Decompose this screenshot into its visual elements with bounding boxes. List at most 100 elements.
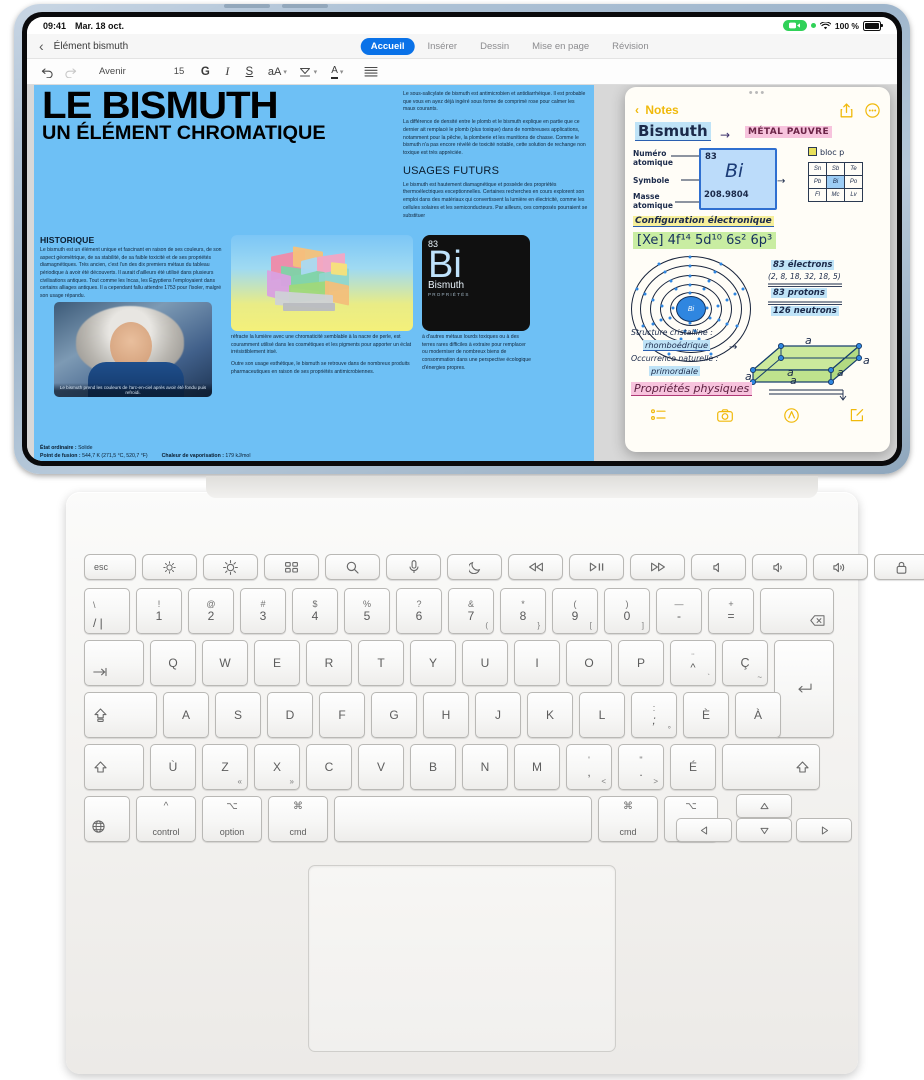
key-circumflex[interactable]: ¨ ^ `: [670, 640, 716, 686]
arrow-right-icon[interactable]: [796, 818, 852, 842]
key-z[interactable]: Z «: [202, 744, 248, 790]
undo-icon[interactable]: [37, 61, 59, 83]
document-page[interactable]: LE BISMUTH UN ÉLÉMENT CHROMATIQUE Le sou…: [34, 85, 594, 445]
tab-revision[interactable]: Révision: [602, 38, 658, 55]
key-h[interactable]: H: [423, 692, 469, 738]
key-4[interactable]: $4: [292, 588, 338, 634]
key-minus[interactable]: — -: [656, 588, 702, 634]
trackpad[interactable]: [308, 865, 616, 1052]
markup-pen-icon[interactable]: [784, 407, 799, 423]
note-content[interactable]: Bismuth → MÉTAL PAUVRE Numéro atomique S…: [625, 120, 890, 403]
key-u[interactable]: U: [462, 640, 508, 686]
arrow-up-icon[interactable]: [736, 794, 792, 818]
key-agrave[interactable]: À: [735, 692, 781, 738]
key-equals[interactable]: + =: [708, 588, 754, 634]
shift-right-icon[interactable]: [722, 744, 820, 790]
key-quote[interactable]: ". >: [618, 744, 664, 790]
bold-button[interactable]: G: [194, 61, 216, 83]
italic-button[interactable]: I: [216, 61, 238, 83]
volume-up-icon[interactable]: [813, 554, 868, 580]
volume-button[interactable]: [224, 4, 270, 8]
key-1[interactable]: ! 1: [136, 588, 182, 634]
key-semicolon[interactable]: :; °: [631, 692, 677, 738]
text-color-button[interactable]: A ▾: [326, 61, 348, 83]
back-icon[interactable]: ‹: [39, 39, 44, 53]
do-not-disturb-moon-icon[interactable]: [447, 554, 502, 580]
key-7[interactable]: & 7(: [448, 588, 494, 634]
fast-forward-icon[interactable]: [630, 554, 685, 580]
key-command-left[interactable]: ⌘ cmd: [268, 796, 328, 842]
key-9[interactable]: (9[: [552, 588, 598, 634]
dictation-mic-icon[interactable]: [386, 554, 441, 580]
font-size-field[interactable]: 15: [174, 66, 185, 77]
key-s[interactable]: S: [215, 692, 261, 738]
key-egrave[interactable]: È: [683, 692, 729, 738]
key-v[interactable]: V: [358, 744, 404, 790]
key-cedilla[interactable]: Ç ~: [722, 640, 768, 686]
shift-left-icon[interactable]: [84, 744, 144, 790]
tab-icon[interactable]: [84, 640, 144, 686]
search-icon[interactable]: [325, 554, 380, 580]
key-g[interactable]: G: [371, 692, 417, 738]
lock-icon[interactable]: [874, 554, 924, 580]
key-c[interactable]: C: [306, 744, 352, 790]
power-button[interactable]: [282, 4, 328, 8]
volume-down-icon[interactable]: [752, 554, 807, 580]
arrow-down-icon[interactable]: [736, 818, 792, 842]
key-0[interactable]: ) 0]: [604, 588, 650, 634]
key-command-right[interactable]: ⌘ cmd: [598, 796, 658, 842]
rewind-icon[interactable]: [508, 554, 563, 580]
delete-backward-icon[interactable]: [760, 588, 834, 634]
key-apostrophe[interactable]: ', <: [566, 744, 612, 790]
notes-back-button[interactable]: ‹ Notes: [635, 103, 679, 117]
key-o[interactable]: O: [566, 640, 612, 686]
key-y[interactable]: Y: [410, 640, 456, 686]
font-name-field[interactable]: Avenir: [99, 66, 126, 77]
brightness-down-icon[interactable]: [142, 554, 197, 580]
checklist-icon[interactable]: [650, 409, 666, 421]
key-w[interactable]: W: [202, 640, 248, 686]
key-space[interactable]: [334, 796, 592, 842]
key-q[interactable]: Q: [150, 640, 196, 686]
key-8[interactable]: * 8}: [500, 588, 546, 634]
key-6[interactable]: ? 6: [396, 588, 442, 634]
key-a[interactable]: A: [163, 692, 209, 738]
key-e[interactable]: E: [254, 640, 300, 686]
key-f[interactable]: F: [319, 692, 365, 738]
text-style-button[interactable]: aA ▾: [266, 61, 288, 83]
key-n[interactable]: N: [462, 744, 508, 790]
key-k[interactable]: K: [527, 692, 573, 738]
key-5[interactable]: % 5: [344, 588, 390, 634]
play-pause-icon[interactable]: [569, 554, 624, 580]
key-ugrave[interactable]: Ù: [150, 744, 196, 790]
key-b[interactable]: B: [410, 744, 456, 790]
key-i[interactable]: I: [514, 640, 560, 686]
arrow-left-icon[interactable]: [676, 818, 732, 842]
key-2[interactable]: @2: [188, 588, 234, 634]
tab-mise-en-page[interactable]: Mise en page: [522, 38, 599, 55]
key-backslash[interactable]: \ / |: [84, 588, 130, 634]
bullet-list-icon[interactable]: [360, 61, 382, 83]
key-control[interactable]: ^ control: [136, 796, 196, 842]
tab-accueil[interactable]: Accueil: [360, 37, 415, 55]
globe-icon[interactable]: [84, 796, 130, 842]
highlighter-icon[interactable]: ▾: [296, 61, 318, 83]
caps-lock-icon[interactable]: [84, 692, 157, 738]
key-esc[interactable]: esc: [84, 554, 136, 580]
key-j[interactable]: J: [475, 692, 521, 738]
mission-control-icon[interactable]: [264, 554, 319, 580]
document-canvas[interactable]: LE BISMUTH UN ÉLÉMENT CHROMATIQUE Le sou…: [27, 85, 897, 461]
key-l[interactable]: L: [579, 692, 625, 738]
return-icon[interactable]: [774, 640, 834, 738]
mute-icon[interactable]: [691, 554, 746, 580]
tab-dessin[interactable]: Dessin: [470, 38, 519, 55]
share-icon[interactable]: [840, 102, 853, 118]
key-d[interactable]: D: [267, 692, 313, 738]
brightness-up-icon[interactable]: [203, 554, 258, 580]
key-r[interactable]: R: [306, 640, 352, 686]
key-m[interactable]: M: [514, 744, 560, 790]
key-t[interactable]: T: [358, 640, 404, 686]
more-circle-icon[interactable]: [865, 102, 880, 118]
camera-icon[interactable]: [716, 408, 733, 422]
key-x[interactable]: X»: [254, 744, 300, 790]
